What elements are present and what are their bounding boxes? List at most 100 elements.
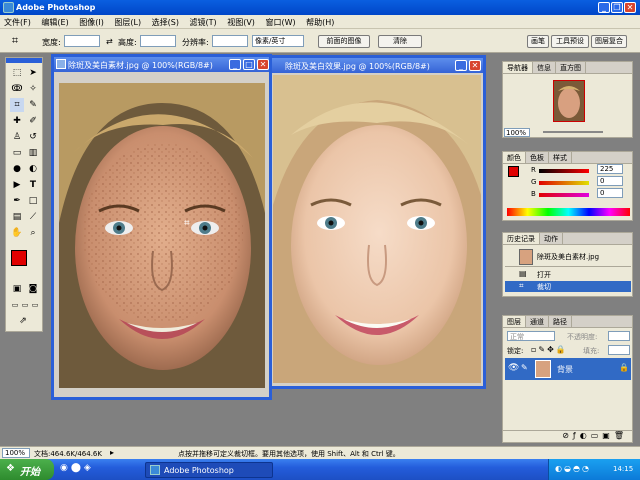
tray-icons[interactable]: ◐◒◓◔ — [555, 464, 591, 473]
app-title-bar[interactable]: Adobe Photoshop _ ❐ ✕ — [0, 0, 640, 15]
start-button[interactable]: ❖ 开始 — [0, 459, 54, 480]
history-item-crop[interactable]: ⌗ 裁切 — [505, 281, 631, 292]
brush-link-icon[interactable]: ✎ — [521, 363, 528, 372]
eyedropper-icon[interactable]: ⟋ — [26, 210, 40, 224]
standard-mode-icon[interactable]: ▣ — [10, 282, 24, 296]
menu-window[interactable]: 窗口(W) — [261, 15, 299, 28]
front-image-button[interactable]: 前面的图像 — [318, 35, 370, 48]
layer-comps-tab[interactable]: 图层复合 — [591, 35, 627, 48]
pen-tool-icon[interactable]: ✒ — [10, 194, 24, 208]
lock-icons[interactable]: ▫✎✥🔒 — [531, 345, 568, 354]
tab-color[interactable]: 颜色 — [503, 152, 526, 163]
quicklaunch-icons[interactable]: ◉⬤◈ — [60, 463, 94, 473]
blend-mode-select[interactable]: 正常 — [507, 331, 555, 341]
magic-wand-icon[interactable]: ✧ — [26, 82, 40, 96]
tool-presets-tab[interactable]: 工具预设 — [551, 35, 589, 48]
status-zoom-field[interactable]: 100% — [2, 448, 30, 458]
eraser-icon[interactable]: ▭ — [10, 146, 24, 160]
tab-info[interactable]: 信息 — [533, 62, 556, 73]
before-photo[interactable]: ⌗ — [59, 83, 265, 388]
close-button[interactable]: ✕ — [624, 2, 636, 13]
opacity-field[interactable] — [608, 331, 630, 341]
gradient-tool-icon[interactable]: ▥ — [26, 146, 40, 160]
tab-layers[interactable]: 图层 — [503, 316, 526, 327]
document-window-source[interactable]: 除斑及美白素材.jpg @ 100%(RGB/8#) _ □ ✕ ⌗ — [51, 54, 272, 400]
channel-b-slider[interactable] — [539, 193, 589, 197]
color-fg-swatch[interactable] — [508, 166, 519, 177]
history-brush-icon[interactable]: ↺ — [26, 130, 40, 144]
fill-field[interactable] — [608, 345, 630, 355]
document-window-effect[interactable]: 除斑及美白效果.jpg @ 100%(RGB/8#) _ ✕ — [268, 55, 486, 389]
minimize-button[interactable]: _ — [598, 2, 610, 13]
resolution-input[interactable] — [212, 35, 248, 47]
unit-select[interactable]: 像素/英寸 — [252, 35, 304, 47]
status-arrow-icon[interactable]: ▸ — [110, 448, 114, 457]
task-photoshop[interactable]: Adobe Photoshop — [145, 462, 273, 478]
clear-button[interactable]: 清除 — [378, 35, 422, 48]
zoom-tool-icon[interactable]: ⌕ — [26, 226, 40, 240]
tab-swatches[interactable]: 色板 — [526, 152, 549, 163]
layer-buttons-bar[interactable]: ⊘ƒ◐▭▣🗑 — [503, 430, 632, 442]
notes-tool-icon[interactable]: ▤ — [10, 210, 24, 224]
history-snapshot[interactable]: 除斑及美白素材.jpg — [505, 247, 631, 267]
healing-brush-icon[interactable]: ✚ — [10, 114, 24, 128]
navigator-thumbnail[interactable] — [553, 80, 585, 122]
tab-history[interactable]: 历史记录 — [503, 233, 540, 244]
shape-tool-icon[interactable]: □ — [26, 194, 40, 208]
navigator-zoom-field[interactable]: 100% — [504, 128, 530, 137]
swap-icon[interactable]: ⇄ — [106, 37, 113, 46]
doc2-close-button[interactable]: ✕ — [469, 60, 481, 71]
menu-edit[interactable]: 编辑(E) — [37, 15, 72, 28]
doc2-title-bar[interactable]: 除斑及美白效果.jpg @ 100%(RGB/8#) _ ✕ — [271, 58, 483, 73]
menu-help[interactable]: 帮助(H) — [302, 15, 338, 28]
menu-filter[interactable]: 滤镜(T) — [186, 15, 221, 28]
menu-layer[interactable]: 图层(L) — [110, 15, 145, 28]
tab-channels[interactable]: 通道 — [526, 316, 549, 327]
layer-row-background[interactable]: 👁 ✎ 背景 🔒 — [505, 358, 631, 380]
channel-b-value[interactable]: 0 — [597, 188, 623, 198]
lasso-tool-icon[interactable]: ↂ — [10, 82, 24, 96]
channel-g-value[interactable]: 0 — [597, 176, 623, 186]
type-tool-icon[interactable]: T — [26, 178, 40, 192]
path-select-icon[interactable]: ▶ — [10, 178, 24, 192]
tab-styles[interactable]: 样式 — [549, 152, 572, 163]
hand-tool-icon[interactable]: ✋ — [10, 226, 24, 240]
doc1-maximize-button[interactable]: □ — [243, 59, 255, 70]
eye-icon[interactable]: 👁 — [508, 363, 519, 373]
menu-image[interactable]: 图像(I) — [75, 15, 108, 28]
slice-tool-icon[interactable]: ✎ — [26, 98, 40, 112]
imageready-icon[interactable]: ⇗ — [16, 314, 30, 328]
dodge-tool-icon[interactable]: ◐ — [26, 162, 40, 176]
crop-tool-icon[interactable]: ⌗ — [6, 34, 24, 48]
marquee-tool-icon[interactable]: ⬚ — [10, 66, 24, 80]
screen-mode-3-icon[interactable]: ▭ — [28, 298, 42, 312]
restore-button[interactable]: ❐ — [611, 2, 623, 13]
brush-tool-icon[interactable]: ✐ — [26, 114, 40, 128]
width-input[interactable] — [64, 35, 100, 47]
height-input[interactable] — [140, 35, 176, 47]
quickmask-mode-icon[interactable]: ◙ — [26, 282, 40, 296]
navigator-zoom-slider[interactable] — [543, 131, 603, 133]
doc1-title-bar[interactable]: 除斑及美白素材.jpg @ 100%(RGB/8#) _ □ ✕ — [54, 57, 269, 72]
clone-stamp-icon[interactable]: ♙ — [10, 130, 24, 144]
channel-r-slider[interactable] — [539, 169, 589, 173]
doc1-close-button[interactable]: ✕ — [257, 59, 269, 70]
crop-tool-button-icon[interactable]: ⌗ — [10, 98, 24, 112]
tab-histogram[interactable]: 直方图 — [556, 62, 586, 73]
tab-paths[interactable]: 路径 — [549, 316, 572, 327]
color-spectrum-bar[interactable] — [507, 208, 630, 216]
channel-g-slider[interactable] — [539, 181, 589, 185]
blur-tool-icon[interactable]: ● — [10, 162, 24, 176]
menu-file[interactable]: 文件(F) — [0, 15, 35, 28]
tab-navigator[interactable]: 导航器 — [503, 62, 533, 73]
channel-r-value[interactable]: 225 — [597, 164, 623, 174]
menu-view[interactable]: 视图(V) — [223, 15, 259, 28]
foreground-color-swatch[interactable] — [11, 250, 27, 266]
doc2-minimize-button[interactable]: _ — [455, 60, 467, 71]
brushes-tab[interactable]: 画笔 — [527, 35, 549, 48]
tab-actions[interactable]: 动作 — [540, 233, 563, 244]
move-tool-icon[interactable]: ➤ — [26, 66, 40, 80]
menu-select[interactable]: 选择(S) — [148, 15, 183, 28]
doc1-minimize-button[interactable]: _ — [229, 59, 241, 70]
toolbox-grip[interactable] — [6, 58, 42, 63]
